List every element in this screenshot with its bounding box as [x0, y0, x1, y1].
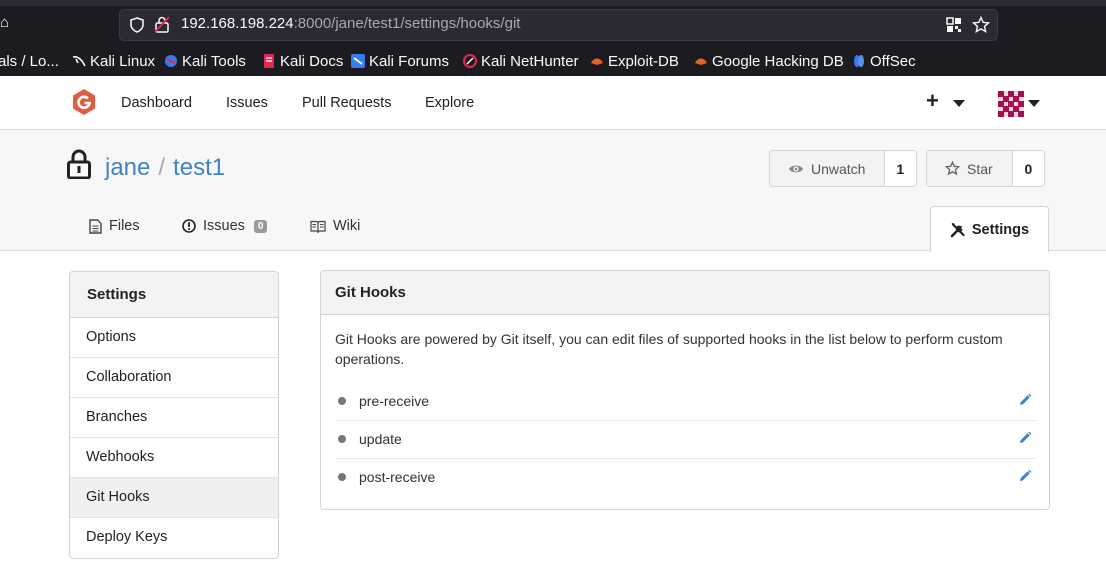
bookmark-exploit-db[interactable]: Exploit-DB	[590, 52, 679, 70]
sidebar-item-webhooks[interactable]: Webhooks	[70, 438, 278, 478]
star-button-group: Star 0	[926, 150, 1045, 187]
tracking-shield-icon[interactable]	[130, 17, 144, 33]
url-host: 192.168.198.224	[181, 15, 294, 32]
kali-tools-icon	[165, 55, 177, 67]
bookmark-kali-nethunter[interactable]: Kali NetHunter	[463, 52, 579, 70]
hook-status-dot-icon	[338, 435, 346, 443]
qr-code-icon[interactable]	[946, 17, 962, 33]
sidebar-item-branches[interactable]: Branches	[70, 398, 278, 438]
tab-wiki-label: Wiki	[333, 218, 361, 234]
watch-count[interactable]: 1	[884, 151, 916, 186]
repo-name-link[interactable]: test1	[173, 154, 225, 181]
bookmark-kali-forums[interactable]: Kali Forums	[351, 52, 449, 70]
tab-strip-edge	[0, 0, 1106, 6]
tab-files[interactable]: Files	[89, 218, 140, 234]
eye-icon	[789, 165, 803, 172]
tab-issues-label: Issues	[203, 218, 245, 234]
star-button[interactable]: Star	[927, 151, 1013, 186]
tab-issues[interactable]: Issues 0	[182, 218, 268, 234]
bookmark-google-hacking-db[interactable]: Google Hacking DB	[694, 52, 844, 70]
repo-title-separator: /	[158, 154, 166, 181]
nav-pull-requests[interactable]: Pull Requests	[302, 95, 391, 111]
insecure-lock-icon[interactable]	[154, 16, 170, 33]
nav-explore[interactable]: Explore	[425, 95, 474, 111]
create-plus-icon[interactable]: +	[926, 90, 939, 112]
hook-row: update	[335, 421, 1036, 459]
book-icon	[310, 220, 326, 233]
bookmark-star-icon[interactable]	[972, 16, 990, 34]
bookmark-kali-linux[interactable]: Kali Linux	[72, 52, 155, 70]
sidebar-item-collaboration[interactable]: Collaboration	[70, 358, 278, 398]
file-icon	[89, 218, 102, 234]
nethunter-icon	[463, 54, 477, 68]
repo-title: jane / test1	[105, 154, 225, 182]
repo-owner-link[interactable]: jane	[105, 154, 150, 181]
panel-title: Git Hooks	[321, 271, 1049, 315]
bookmark-label: OffSec	[870, 52, 916, 70]
kali-docs-icon	[264, 54, 274, 68]
tools-icon	[950, 222, 965, 237]
pencil-edit-icon[interactable]	[1018, 431, 1032, 445]
tab-wiki[interactable]: Wiki	[310, 218, 360, 234]
pencil-edit-icon[interactable]	[1018, 393, 1032, 407]
star-count[interactable]: 0	[1012, 151, 1044, 186]
kali-dragon-icon	[72, 55, 86, 67]
bookmark-kali-tools[interactable]: Kali Tools	[164, 52, 246, 70]
nav-dashboard[interactable]: Dashboard	[121, 95, 192, 111]
unwatch-label: Unwatch	[811, 160, 866, 177]
git-hooks-panel: Git Hooks Git Hooks are powered by Git i…	[320, 270, 1050, 510]
bookmark-label: Google Hacking DB	[712, 52, 844, 70]
url-text[interactable]: 192.168.198.224:8000/jane/test1/settings…	[181, 15, 520, 32]
hook-row: post-receive	[335, 459, 1036, 497]
bookmark-label: als / Lo...	[0, 52, 59, 70]
sidebar-item-git-hooks[interactable]: Git Hooks	[70, 478, 278, 518]
hook-status-dot-icon	[338, 473, 346, 481]
bookmark-label: Kali Forums	[369, 52, 450, 70]
bookmark-item[interactable]: als / Lo...	[0, 52, 59, 70]
user-menu-chevron-down-icon[interactable]	[1028, 100, 1040, 107]
hook-row: pre-receive	[335, 383, 1036, 421]
user-avatar[interactable]	[998, 91, 1024, 117]
offsec-icon	[854, 55, 864, 67]
repo-header: jane / test1 Unwatch 1 Star 0 Files Issu…	[0, 130, 1106, 252]
panel-description: Git Hooks are powered by Git itself, you…	[335, 331, 1003, 367]
tab-files-label: Files	[109, 218, 140, 234]
browser-chrome: ⌂ 192.168.198.224:8000/jane/test1/settin…	[0, 0, 1106, 76]
bookmark-label: Exploit-DB	[608, 52, 679, 70]
create-menu-chevron-down-icon[interactable]	[953, 100, 965, 107]
sidebar-item-options[interactable]: Options	[70, 318, 278, 358]
hook-status-dot-icon	[338, 397, 346, 405]
bookmark-label: Kali Tools	[182, 52, 246, 70]
private-lock-icon	[67, 149, 91, 179]
issue-opened-icon	[182, 219, 196, 233]
issues-count-badge: 0	[253, 219, 268, 233]
ghdb-icon	[695, 58, 707, 65]
home-icon[interactable]: ⌂	[0, 14, 9, 31]
pencil-edit-icon[interactable]	[1018, 469, 1032, 483]
sidebar-item-deploy-keys[interactable]: Deploy Keys	[70, 518, 278, 558]
site-header: Dashboard Issues Pull Requests Explore +	[0, 76, 1106, 130]
bookmark-label: Kali Docs	[280, 52, 344, 70]
settings-sidebar: Settings Options Collaboration Branches …	[69, 271, 279, 559]
hook-name: post-receive	[359, 469, 436, 485]
star-label: Star	[967, 160, 993, 177]
unwatch-button[interactable]: Unwatch	[770, 151, 885, 186]
url-path: :8000/jane/test1/settings/hooks/git	[293, 15, 521, 32]
gitea-logo-icon[interactable]	[70, 88, 98, 116]
tab-settings[interactable]: Settings	[930, 206, 1049, 252]
hook-name: pre-receive	[359, 393, 430, 409]
bookmarks-toolbar: als / Lo... Kali Linux Kali Tools Kali D…	[0, 48, 1106, 74]
watch-button-group: Unwatch 1	[769, 150, 917, 187]
sidebar-title: Settings	[70, 272, 278, 318]
tab-settings-label: Settings	[971, 221, 1030, 238]
bookmark-label: Kali Linux	[90, 52, 156, 70]
star-icon	[945, 161, 960, 176]
hook-name: update	[359, 431, 402, 447]
bookmark-offsec[interactable]: OffSec	[852, 52, 916, 70]
bookmark-kali-docs[interactable]: Kali Docs	[262, 52, 343, 70]
kali-forums-icon	[351, 54, 365, 68]
nav-issues[interactable]: Issues	[226, 95, 268, 111]
bookmark-label: Kali NetHunter	[481, 52, 579, 70]
exploit-db-icon	[591, 58, 603, 65]
